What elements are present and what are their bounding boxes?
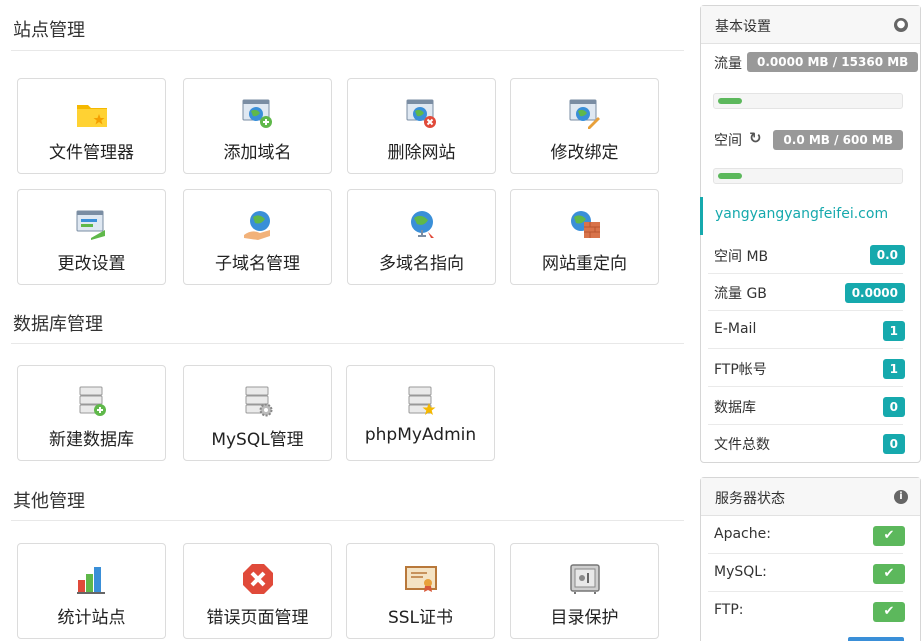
window-globe-edit-icon: [569, 99, 600, 129]
domain-row[interactable]: yangyangyangfeifei.com: [700, 197, 921, 235]
stat-row: FTP帐号 1: [700, 349, 921, 387]
stat-badge: 1: [882, 321, 905, 341]
divider: [11, 520, 684, 521]
tile-label: SSL证书: [387, 608, 454, 628]
traffic-progress-fill: [718, 98, 742, 104]
service-row: Apache: ✔: [700, 516, 921, 554]
check-icon: ✔: [873, 564, 905, 584]
globe-hand-icon: [243, 211, 270, 240]
tile-label: 修改绑定: [550, 143, 619, 163]
stat-badge: 0: [882, 397, 905, 417]
tile-label: phpMyAdmin: [364, 425, 477, 445]
tile-label: 添加域名: [223, 143, 292, 163]
tile-add-domain[interactable]: 添加域名: [183, 78, 332, 174]
space-label: 空间: [714, 133, 742, 149]
bar-chart-icon: [76, 567, 105, 594]
safe-icon: [569, 564, 600, 594]
stat-badge: 0.0000: [844, 283, 905, 303]
tile-change-settings[interactable]: 更改设置: [17, 189, 166, 285]
service-label: Apache:: [714, 526, 771, 542]
stat-label: E-Mail: [714, 321, 757, 337]
refresh-icon[interactable]: ↻: [749, 129, 762, 147]
tile-label: 子域名管理: [215, 254, 300, 274]
globe-pointer-icon: [410, 211, 434, 238]
error-octagon-icon: [242, 564, 273, 594]
traffic-progress: [713, 93, 903, 109]
tile-label: 删除网站: [387, 143, 456, 163]
tile-ssl-certificate[interactable]: SSL证书: [346, 543, 495, 639]
tile-directory-protection[interactable]: 目录保护: [510, 543, 659, 639]
tile-label: 错误页面管理: [206, 608, 309, 628]
tile-new-database[interactable]: 新建数据库: [17, 365, 166, 461]
stat-label: 文件总数: [714, 437, 770, 453]
tile-label: 统计站点: [57, 608, 126, 628]
stat-badge: 0.0: [869, 245, 905, 265]
tile-label: 新建数据库: [49, 430, 134, 450]
window-settings-icon: [76, 210, 105, 240]
tile-multi-domain[interactable]: 多域名指向: [347, 189, 496, 285]
divider: [11, 343, 684, 344]
stat-label: FTP帐号: [714, 362, 767, 378]
panel-header: 服务器状态 i: [701, 478, 920, 516]
section-title-other: 其他管理: [13, 491, 85, 512]
tile-site-stats[interactable]: 统计站点: [17, 543, 166, 639]
space-row: 空间 ↻ 0.0 MB / 600 MB: [700, 121, 921, 159]
service-label: FTP:: [714, 602, 744, 618]
tile-label: 多域名指向: [379, 254, 464, 274]
domain-link[interactable]: yangyangyangfeifei.com: [715, 206, 888, 222]
folder-star-icon: [76, 105, 107, 127]
traffic-label: 流量: [714, 56, 742, 72]
tile-label: 网站重定向: [542, 254, 627, 274]
stat-label: 空间 MB: [714, 249, 769, 265]
database-star-icon: [408, 386, 435, 415]
tile-label: 目录保护: [550, 608, 619, 628]
check-icon: ✔: [873, 526, 905, 546]
tile-mysql-manager[interactable]: MySQL管理: [183, 365, 332, 461]
service-row: FTP: ✔: [700, 592, 921, 630]
stat-label: 流量 GB: [714, 286, 767, 302]
database-gear-icon: [245, 386, 272, 417]
stat-row: 文件总数 0: [700, 424, 921, 462]
service-label: MySQL:: [714, 564, 767, 580]
window-globe-plus-icon: [242, 99, 272, 128]
stat-label: 数据库: [714, 400, 756, 416]
tile-label: MySQL管理: [211, 430, 304, 450]
tile-edit-binding[interactable]: 修改绑定: [510, 78, 659, 174]
tile-label: 文件管理器: [49, 143, 134, 163]
tile-site-redirect[interactable]: 网站重定向: [510, 189, 659, 285]
check-icon: ✔: [873, 602, 905, 622]
tile-label: 更改设置: [57, 254, 126, 274]
stat-row: E-Mail 1: [700, 311, 921, 349]
info-icon[interactable]: i: [894, 490, 908, 504]
database-add-icon: [79, 386, 106, 416]
stat-row: 流量 GB 0.0000: [700, 273, 921, 311]
stat-badge: 0: [882, 434, 905, 454]
tile-phpmyadmin[interactable]: phpMyAdmin: [346, 365, 495, 461]
panel-title: 服务器状态: [715, 491, 785, 507]
traffic-row: 流量 0.0000 MB / 15360 MB: [700, 44, 921, 82]
stat-row: 空间 MB 0.0: [700, 236, 921, 274]
panel-title: 基本设置: [715, 19, 771, 35]
section-title-site: 站点管理: [13, 20, 85, 41]
tile-file-manager[interactable]: 文件管理器: [17, 78, 166, 174]
tile-delete-site[interactable]: 删除网站: [347, 78, 496, 174]
globe-wall-icon: [570, 211, 600, 238]
traffic-badge: 0.0000 MB / 15360 MB: [747, 52, 919, 72]
section-title-database: 数据库管理: [13, 314, 103, 335]
space-badge: 0.0 MB / 600 MB: [773, 130, 903, 150]
stat-badge: 1: [882, 359, 905, 379]
window-globe-delete-icon: [406, 99, 436, 128]
partial-row-indicator: [848, 637, 904, 641]
space-progress-fill: [718, 173, 742, 179]
tile-subdomain-manager[interactable]: 子域名管理: [183, 189, 332, 285]
stat-row: 数据库 0: [700, 387, 921, 425]
space-progress: [713, 168, 903, 184]
divider: [11, 50, 684, 51]
globe-icon[interactable]: ●: [894, 18, 908, 32]
certificate-icon: [404, 566, 437, 592]
panel-header: 基本设置 ●: [701, 6, 920, 44]
tile-error-pages[interactable]: 错误页面管理: [183, 543, 332, 639]
service-row: MySQL: ✔: [700, 554, 921, 592]
